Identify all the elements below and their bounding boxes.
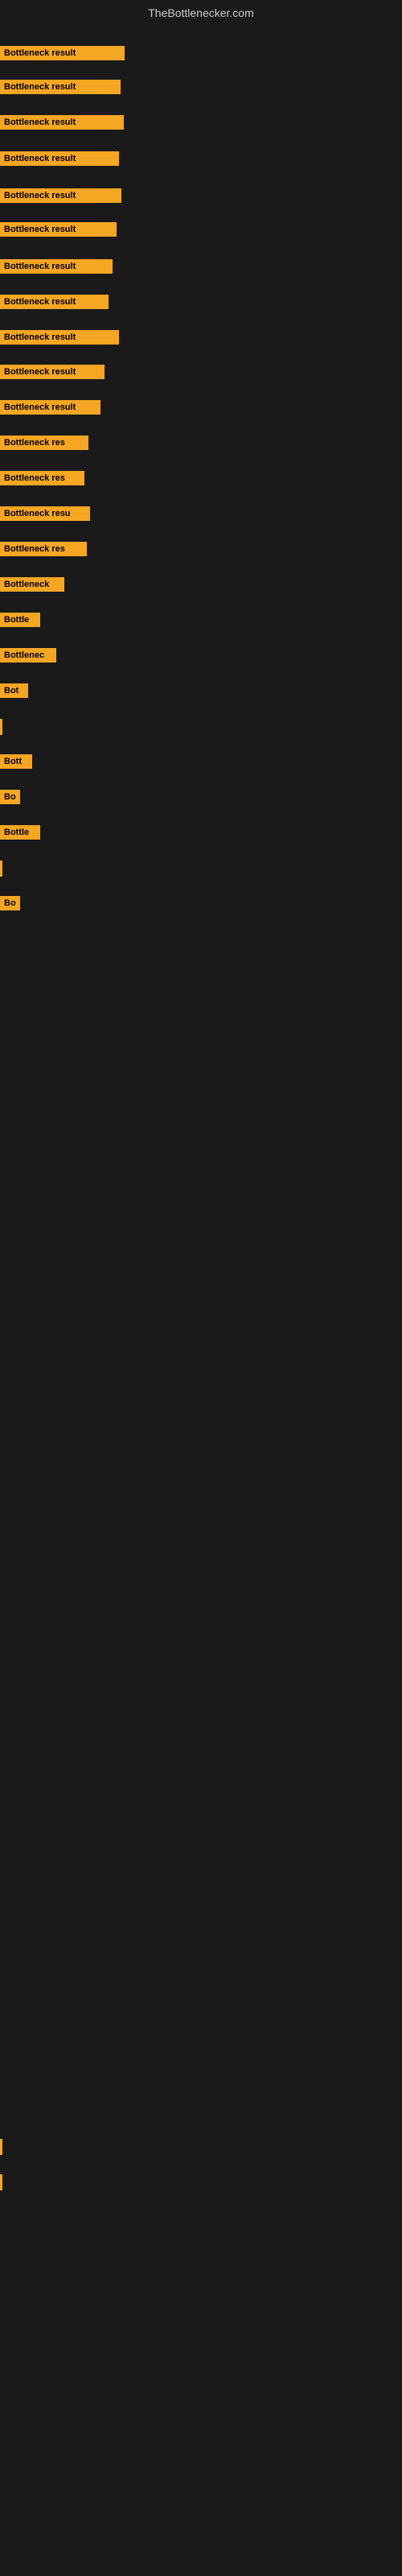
bottleneck-bar: Bottleneck result xyxy=(0,295,109,309)
bottleneck-bar: Bottleneck result xyxy=(0,222,117,237)
bottleneck-line xyxy=(0,719,2,735)
bottleneck-bar: Bottleneck result xyxy=(0,80,121,94)
bottleneck-bar: Bot xyxy=(0,683,28,698)
bottleneck-bar: Bottle xyxy=(0,613,40,627)
bottleneck-bar: Bottleneck result xyxy=(0,151,119,166)
bottleneck-line xyxy=(0,2174,2,2190)
bottleneck-bar: Bottleneck res xyxy=(0,542,87,556)
bottleneck-bar: Bottleneck result xyxy=(0,400,100,415)
bottleneck-bar: Bottleneck resu xyxy=(0,506,90,521)
bottleneck-bar: Bottleneck xyxy=(0,577,64,592)
bottleneck-bar: Bo xyxy=(0,790,20,804)
bottleneck-bar: Bottlenec xyxy=(0,648,56,663)
bottleneck-bar: Bottleneck res xyxy=(0,471,84,485)
bottleneck-bar: Bottleneck res xyxy=(0,436,88,450)
bottleneck-bar: Bottleneck result xyxy=(0,188,121,203)
bottleneck-bar: Bottle xyxy=(0,825,40,840)
bottleneck-bar: Bottleneck result xyxy=(0,259,113,274)
bottleneck-line xyxy=(0,2139,2,2155)
bottleneck-bar: Bo xyxy=(0,896,20,910)
bottleneck-bar: Bott xyxy=(0,754,32,769)
bottleneck-line xyxy=(0,861,2,877)
bottleneck-bar: Bottleneck result xyxy=(0,115,124,130)
bottleneck-bar: Bottleneck result xyxy=(0,330,119,345)
site-title: TheBottlenecker.com xyxy=(0,0,402,23)
bottleneck-bar: Bottleneck result xyxy=(0,365,105,379)
bottleneck-bar: Bottleneck result xyxy=(0,46,125,60)
